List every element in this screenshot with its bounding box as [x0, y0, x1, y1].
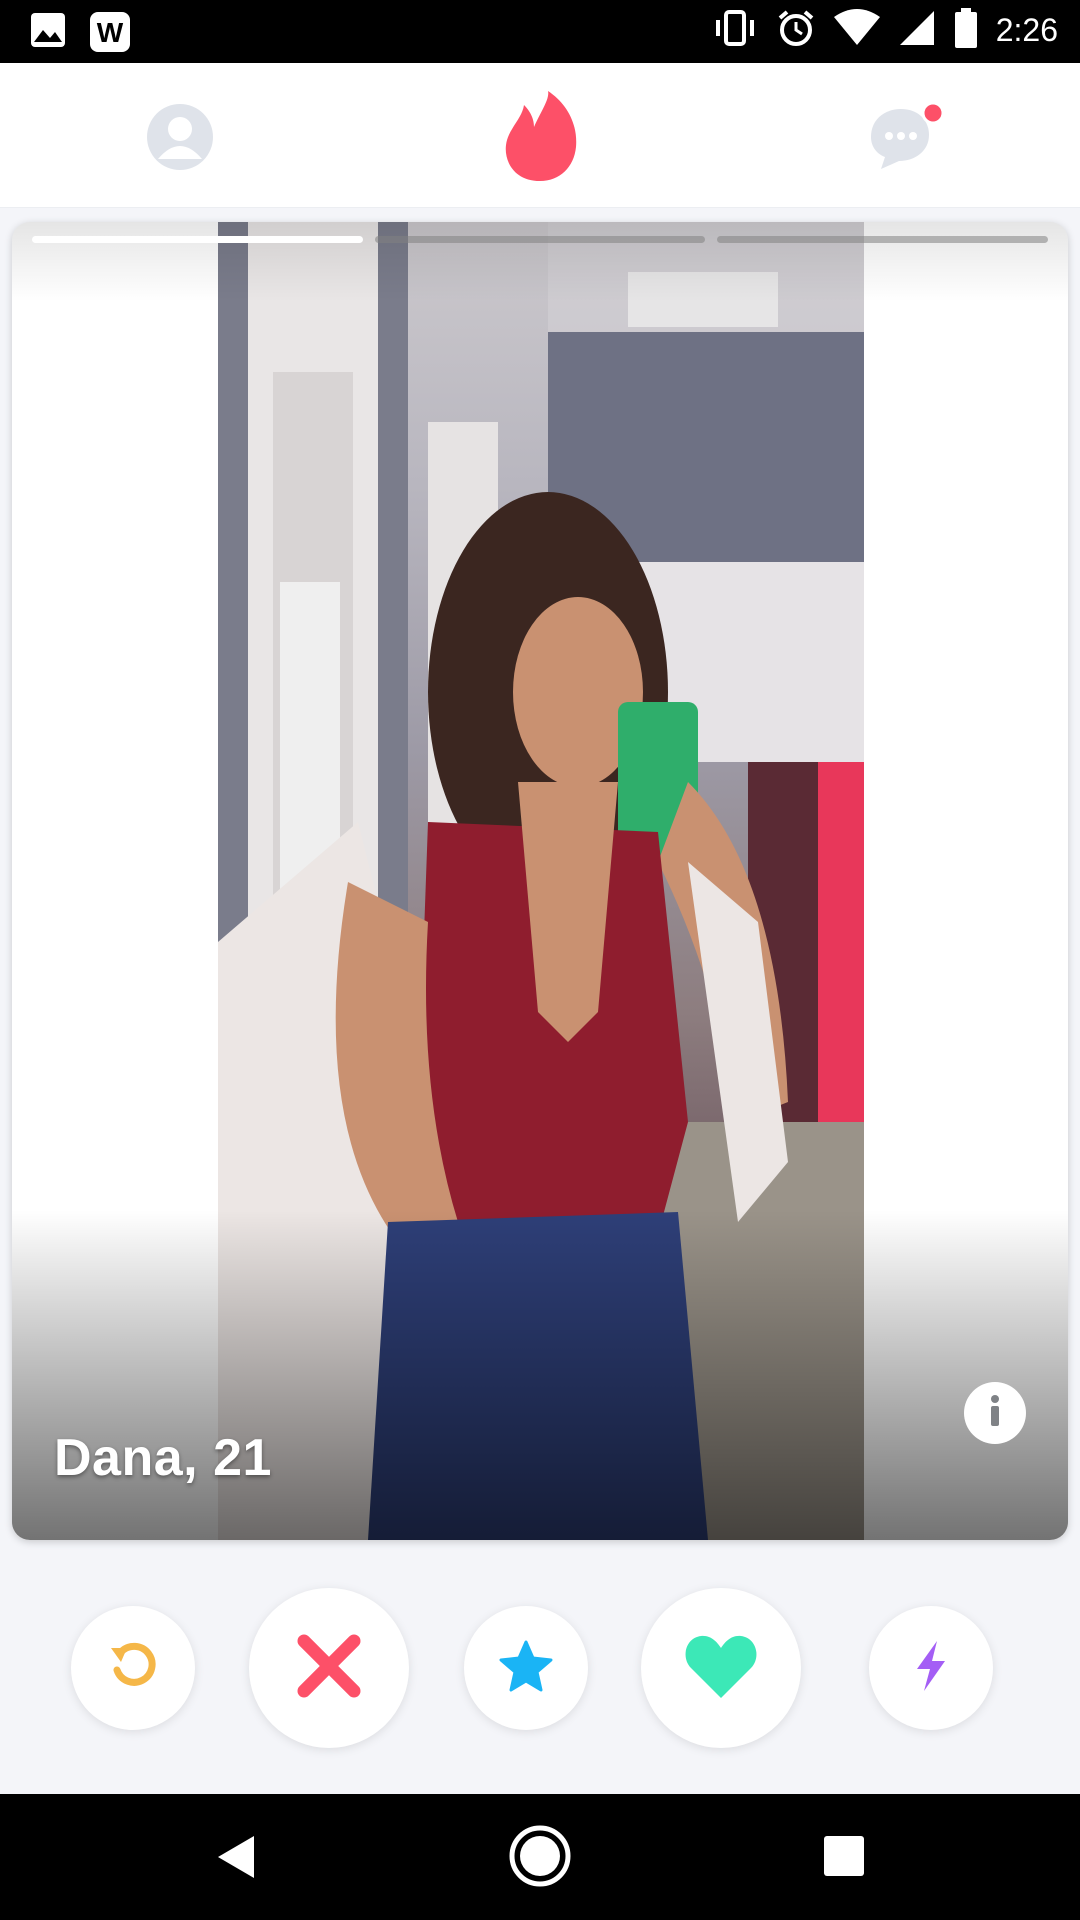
rewind-icon [107, 1640, 159, 1697]
alarm-icon [776, 8, 816, 53]
back-icon[interactable] [214, 1834, 256, 1885]
image-icon [30, 12, 66, 57]
lightning-icon [913, 1639, 949, 1698]
nope-button[interactable] [249, 1588, 409, 1748]
home-icon[interactable] [508, 1824, 572, 1893]
top-gradient [12, 222, 1068, 302]
rewind-button[interactable] [71, 1606, 195, 1730]
bottom-gradient [12, 1210, 1068, 1540]
photo-progress-segment-1 [32, 236, 363, 243]
profile-card[interactable]: Dana, 21 [12, 222, 1068, 1540]
status-bar: W 2:26 [0, 0, 1080, 63]
w-app-icon: W [90, 12, 130, 57]
recents-icon[interactable] [824, 1836, 864, 1881]
clock-time: 2:26 [995, 12, 1058, 48]
wifi-icon [833, 9, 880, 52]
boost-button[interactable] [869, 1606, 993, 1730]
profile-icon[interactable] [146, 103, 214, 171]
svg-text:W: W [97, 17, 124, 48]
system-nav-bar [0, 1794, 1080, 1920]
profile-name-age: Dana, 21 [54, 1428, 272, 1488]
top-nav [0, 63, 1080, 208]
like-button[interactable] [641, 1588, 801, 1748]
action-bar [0, 1586, 1080, 1756]
battery-icon [954, 8, 978, 53]
flame-icon[interactable] [500, 91, 580, 183]
messages-icon[interactable] [865, 101, 945, 173]
signal-icon [898, 9, 936, 52]
photo-progress [32, 236, 1049, 244]
info-button[interactable] [964, 1382, 1026, 1444]
photo-progress-segment-3 [717, 236, 1049, 243]
star-icon [498, 1639, 554, 1698]
profile-name: Dana, [54, 1429, 199, 1487]
vibrate-icon [712, 8, 758, 53]
profile-age: 21 [213, 1429, 272, 1487]
info-icon [984, 1394, 1006, 1433]
close-icon [294, 1631, 364, 1706]
heart-icon [683, 1632, 759, 1705]
photo-progress-segment-2 [374, 236, 706, 243]
super-like-button[interactable] [464, 1606, 588, 1730]
